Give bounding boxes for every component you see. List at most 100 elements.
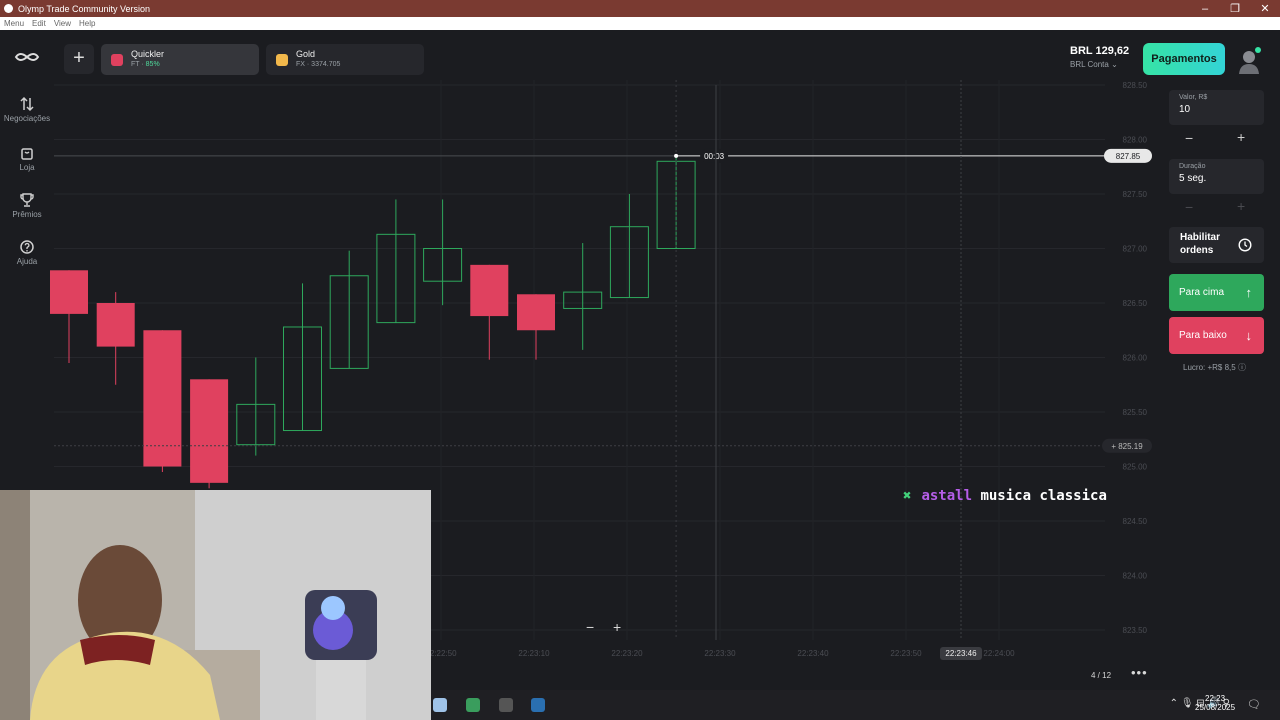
enable-orders-button[interactable]: Habilitar ordens [1169,227,1264,263]
clock-date: 25/08/2025 [1195,703,1236,712]
duration-label: Duração [1179,163,1206,170]
crosshair-price-label: + 825.19 [1111,442,1143,451]
x-tick-label: 22:24:00 [983,649,1015,658]
sell-down-button[interactable]: Para baixo ↓ [1169,317,1264,354]
amount-label: Valor, R$ [1179,94,1208,101]
avatar[interactable] [1237,47,1261,75]
window-titlebar: Olymp Trade Community Version – ❐ ✕ [0,0,1280,17]
y-tick-label: 826.00 [1123,354,1148,363]
candle-body [96,303,135,347]
tab-subtitle: FX · 3374.705 [296,61,341,68]
sidebar-item-label: Negociações [3,114,51,123]
terminal-taskbar-icon[interactable] [499,698,513,712]
browser-taskbar-icon[interactable] [466,698,480,712]
tab-name: Quickler [131,49,165,59]
trophy-icon [20,193,34,207]
clock[interactable]: 22:23 25/08/2025 [1195,694,1235,712]
x-tick-label: 22:23:50 [890,649,922,658]
help-icon [20,240,34,254]
candle-body [517,294,555,331]
sidebar-item-negociacoes[interactable]: Negociações [0,96,54,123]
y-tick-label: 827.50 [1123,190,1148,199]
tab-gold[interactable]: Gold FX · 3374.705 [266,44,424,75]
y-tick-label: 825.00 [1123,463,1148,472]
menu-item-edit[interactable]: Edit [32,19,46,28]
caption-text: musica classica [972,488,1107,504]
price-dot [674,153,679,158]
close-button[interactable]: ✕ [1250,2,1280,15]
amount-decrease-button[interactable]: − [1185,130,1193,146]
payments-button[interactable]: Pagamentos [1143,43,1225,75]
arrow-up-icon: ↑ [1245,285,1253,300]
account-balance[interactable]: BRL 129,62 BRL Conta ⌄ [1070,45,1129,69]
menu-item-menu[interactable]: Menu [4,19,24,28]
tab-name: Gold [296,49,316,59]
y-tick-label: 826.50 [1123,299,1148,308]
timer-label: 00:03 [704,152,725,161]
page-indicator: 4 / 12 [1091,671,1112,680]
quickler-icon [111,54,123,66]
amount-field[interactable]: Valor, R$ 10 [1169,90,1264,125]
y-tick-label: 825.50 [1123,408,1148,417]
webcam-feed [0,490,431,720]
clock-icon [1238,238,1252,252]
crosshair-time-label: 22:23:46 [945,649,977,658]
sidebar-item-label: Ajuda [16,257,38,266]
taskbar: ⌃ 🎙 ⊟ 🔊 ⚲ 22:23 25/08/2025 🗨 [431,690,1280,720]
sidebar-item-loja[interactable]: Loja [0,145,54,172]
arrows-updown-icon [20,96,34,112]
sidebar-item-ajuda[interactable]: Ajuda [0,239,54,266]
account-selector[interactable]: BRL Conta ⌄ [1070,60,1129,69]
menu-item-help[interactable]: Help [79,19,95,28]
zoom-in-button[interactable]: + [613,619,621,635]
candle-body [470,264,509,317]
duration-field[interactable]: Duração 5 seg. [1169,159,1264,194]
tab-quickler[interactable]: Quickler FT · 85% [101,44,259,75]
minimize-button[interactable]: – [1190,3,1220,15]
x-tick-label: 22:23:40 [797,649,829,658]
stream-caption: ✖ astall musica classica [903,488,1107,504]
sidebar-item-label: Prêmios [12,210,42,219]
current-price-label: 827.85 [1116,152,1141,161]
clock-time: 22:23 [1205,694,1226,703]
balance-amount: BRL 129,62 [1070,45,1130,57]
zoom-out-button[interactable]: − [586,619,594,635]
window-title: Olymp Trade Community Version [18,3,151,14]
x-tick-label: 22:23:20 [611,649,643,658]
brand-logo-icon[interactable] [14,50,40,64]
caption-marker: ✖ [903,488,912,504]
duration-decrease-button[interactable]: − [1185,199,1193,215]
app-taskbar-icon[interactable] [433,698,447,712]
add-asset-button[interactable]: + [64,44,94,74]
x-tick-label: 22:23:30 [704,649,736,658]
amount-value[interactable]: 10 [1179,104,1254,115]
x-tick-label: 22:23:10 [518,649,550,658]
y-tick-label: 824.50 [1123,517,1148,526]
duration-value[interactable]: 5 seg. [1179,173,1254,184]
notification-icon[interactable]: 🗨 [1247,698,1261,711]
caption-highlight: astall [921,488,973,504]
menu-item-view[interactable]: View [54,19,71,28]
sidebar-item-premios[interactable]: Prêmios [0,192,54,219]
chevron-down-icon: ⌄ [1111,60,1118,69]
y-tick-label: 823.50 [1123,626,1148,635]
duration-increase-button[interactable]: + [1237,198,1245,214]
info-icon[interactable]: ⓘ [1238,363,1246,372]
arrow-down-icon: ↓ [1245,328,1253,343]
sidebar-item-label: Loja [19,163,35,172]
gold-icon [276,54,288,66]
y-tick-label: 824.00 [1123,572,1148,581]
steam-taskbar-icon[interactable] [531,698,545,712]
candle-body [50,270,88,314]
amount-increase-button[interactable]: + [1237,129,1245,145]
buy-up-button[interactable]: Para cima ↑ [1169,274,1264,311]
profit-info: Lucro: +R$ 8,5 ⓘ [1183,363,1246,372]
up-label: Para cima [1179,287,1225,298]
more-options-button[interactable]: ••• [1131,665,1148,680]
maximize-button[interactable]: ❐ [1220,2,1250,15]
orders-label: Habilitar ordens [1180,232,1221,256]
bag-icon [21,148,33,160]
tab-subtitle: FT · 85% [131,61,160,68]
y-tick-label: 828.00 [1123,136,1148,145]
down-label: Para baixo [1179,330,1227,341]
